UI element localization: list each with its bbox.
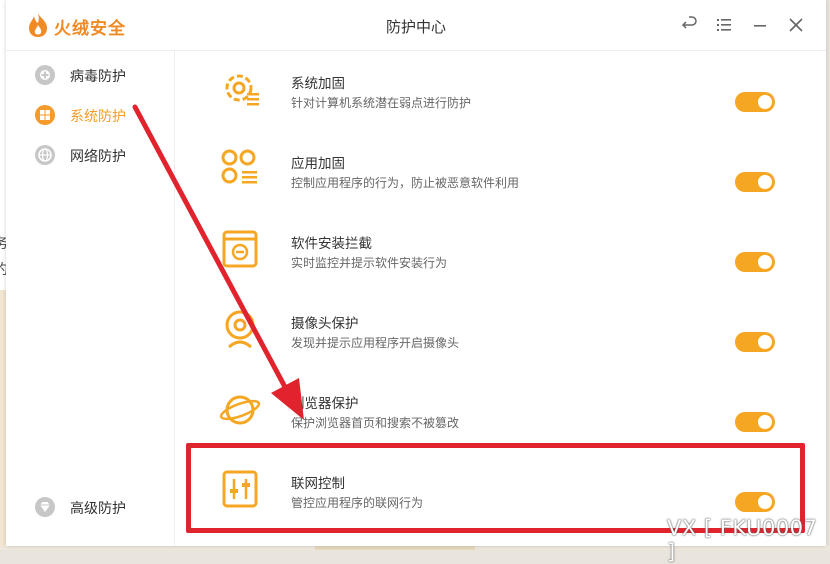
watermark-text: VX [ FKU0007 ] [667,516,818,564]
annotation-arrow [132,104,304,420]
